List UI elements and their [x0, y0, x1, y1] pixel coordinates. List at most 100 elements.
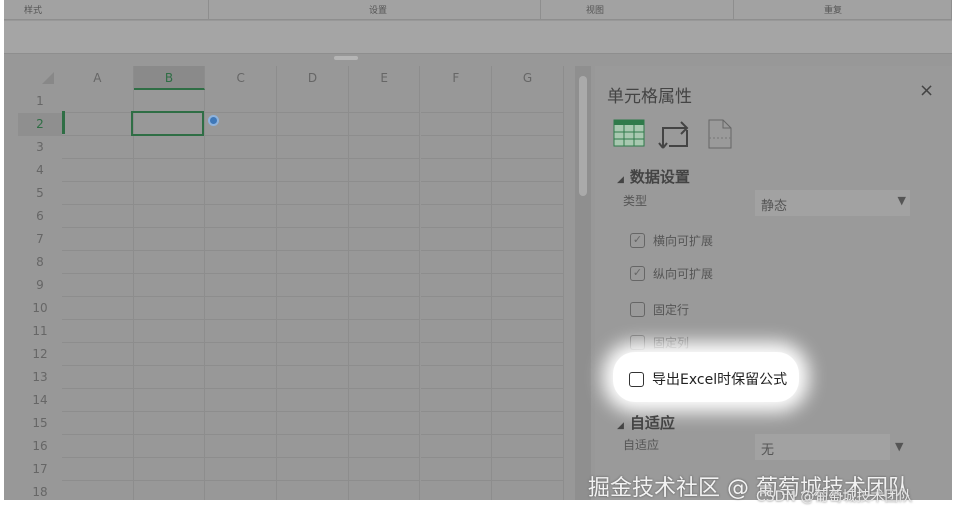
- cell-A8[interactable]: [62, 251, 134, 274]
- cell-B17[interactable]: [133, 458, 206, 481]
- cell-F16[interactable]: [420, 435, 493, 458]
- row-header-2[interactable]: 2: [18, 113, 62, 136]
- cell-G1[interactable]: [492, 90, 564, 113]
- cell-C13[interactable]: [205, 366, 278, 389]
- column-header-B[interactable]: B: [133, 66, 206, 90]
- cell-F7[interactable]: [420, 228, 493, 251]
- cell-A17[interactable]: [62, 458, 134, 481]
- row-header-14[interactable]: 14: [18, 389, 62, 412]
- cell-D3[interactable]: [277, 136, 349, 159]
- cell-C10[interactable]: [205, 297, 278, 320]
- row-header-7[interactable]: 7: [18, 228, 62, 251]
- data-settings-section[interactable]: ◢ 数据设置: [617, 166, 690, 187]
- cell-A18[interactable]: [62, 481, 134, 500]
- cell-A2[interactable]: [62, 113, 134, 136]
- cell-G7[interactable]: [492, 228, 564, 251]
- cell-D2[interactable]: [277, 113, 349, 136]
- cell-E13[interactable]: [348, 366, 421, 389]
- cell-B13[interactable]: [133, 366, 206, 389]
- column-header-F[interactable]: F: [421, 66, 493, 90]
- table-icon[interactable]: [613, 118, 645, 148]
- cell-D15[interactable]: [277, 412, 349, 435]
- cell-C14[interactable]: [205, 389, 278, 412]
- checkbox-icon[interactable]: [630, 335, 645, 350]
- cell-D5[interactable]: [277, 182, 349, 205]
- cell-A1[interactable]: [62, 90, 134, 113]
- cell-E1[interactable]: [348, 90, 421, 113]
- row-header-3[interactable]: 3: [18, 136, 62, 159]
- checkbox-vertical-expand[interactable]: ✓ 纵向可扩展: [630, 265, 713, 282]
- cell-B6[interactable]: [133, 205, 206, 228]
- checkbox-keep-formula-on-export[interactable]: 导出Excel时保留公式: [629, 369, 787, 389]
- cell-B1[interactable]: [133, 90, 206, 113]
- cell-C3[interactable]: [205, 136, 278, 159]
- tab-view[interactable]: 视图: [541, 0, 734, 20]
- cell-B4[interactable]: [133, 159, 206, 182]
- cell-B5[interactable]: [133, 182, 206, 205]
- cell-A6[interactable]: [62, 205, 134, 228]
- cell-D7[interactable]: [277, 228, 349, 251]
- cell-B7[interactable]: [133, 228, 206, 251]
- cell-G13[interactable]: [492, 366, 564, 389]
- checkbox-fixed-row[interactable]: 固定行: [630, 301, 689, 318]
- cell-A16[interactable]: [62, 435, 134, 458]
- checkbox-horizontal-expand[interactable]: ✓ 横向可扩展: [630, 232, 713, 249]
- cell-B9[interactable]: [133, 274, 206, 297]
- cell-F13[interactable]: [420, 366, 493, 389]
- cell-G4[interactable]: [492, 159, 564, 182]
- cell-F17[interactable]: [420, 458, 493, 481]
- cell-B14[interactable]: [133, 389, 206, 412]
- checkbox-icon[interactable]: [629, 371, 644, 387]
- cell-C8[interactable]: [205, 251, 278, 274]
- tab-repeat[interactable]: 重复: [734, 0, 952, 20]
- cell-E2[interactable]: [348, 113, 421, 136]
- cell-B18[interactable]: [134, 481, 206, 500]
- column-header-E[interactable]: E: [349, 66, 421, 90]
- resize-handle[interactable]: [334, 56, 358, 60]
- cell-D10[interactable]: [277, 297, 349, 320]
- cell-E9[interactable]: [348, 274, 421, 297]
- cell-B10[interactable]: [133, 297, 206, 320]
- cell-A7[interactable]: [62, 228, 134, 251]
- cell-D4[interactable]: [277, 159, 349, 182]
- tab-settings[interactable]: 设置: [209, 0, 541, 20]
- column-header-D[interactable]: D: [277, 66, 349, 90]
- page-icon[interactable]: [707, 118, 733, 150]
- cell-G2[interactable]: [492, 113, 564, 136]
- cell-B15[interactable]: [133, 412, 206, 435]
- cell-E7[interactable]: [348, 228, 421, 251]
- cell-D1[interactable]: [277, 90, 349, 113]
- cell-E6[interactable]: [348, 205, 421, 228]
- row-header-5[interactable]: 5: [18, 182, 62, 205]
- cell-E18[interactable]: [349, 481, 421, 500]
- cell-A15[interactable]: [62, 412, 134, 435]
- cell-E17[interactable]: [348, 458, 421, 481]
- cell-A12[interactable]: [62, 343, 134, 366]
- cell-G14[interactable]: [492, 389, 564, 412]
- cell-E8[interactable]: [348, 251, 421, 274]
- cell-A13[interactable]: [62, 366, 134, 389]
- cell-C4[interactable]: [205, 159, 278, 182]
- cell-D14[interactable]: [277, 389, 349, 412]
- cell-G6[interactable]: [492, 205, 564, 228]
- cell-A3[interactable]: [62, 136, 134, 159]
- tab-style[interactable]: 样式: [4, 0, 209, 20]
- cell-C1[interactable]: [205, 90, 278, 113]
- row-header-9[interactable]: 9: [18, 274, 62, 297]
- row-header-16[interactable]: 16: [18, 435, 62, 458]
- cell-B16[interactable]: [133, 435, 206, 458]
- row-header-17[interactable]: 17: [18, 458, 62, 481]
- column-header-G[interactable]: G: [492, 66, 564, 90]
- cell-C5[interactable]: [205, 182, 278, 205]
- cell-G12[interactable]: [492, 343, 564, 366]
- cell-G8[interactable]: [492, 251, 564, 274]
- checkbox-fixed-column[interactable]: 固定列: [630, 334, 689, 351]
- cell-E4[interactable]: [348, 159, 421, 182]
- swap-direction-icon[interactable]: [657, 118, 693, 152]
- cell-D13[interactable]: [277, 366, 349, 389]
- selected-cell[interactable]: [131, 111, 204, 136]
- cell-F8[interactable]: [420, 251, 493, 274]
- row-header-10[interactable]: 10: [18, 297, 62, 320]
- row-header-12[interactable]: 12: [18, 343, 62, 366]
- cell-C12[interactable]: [205, 343, 278, 366]
